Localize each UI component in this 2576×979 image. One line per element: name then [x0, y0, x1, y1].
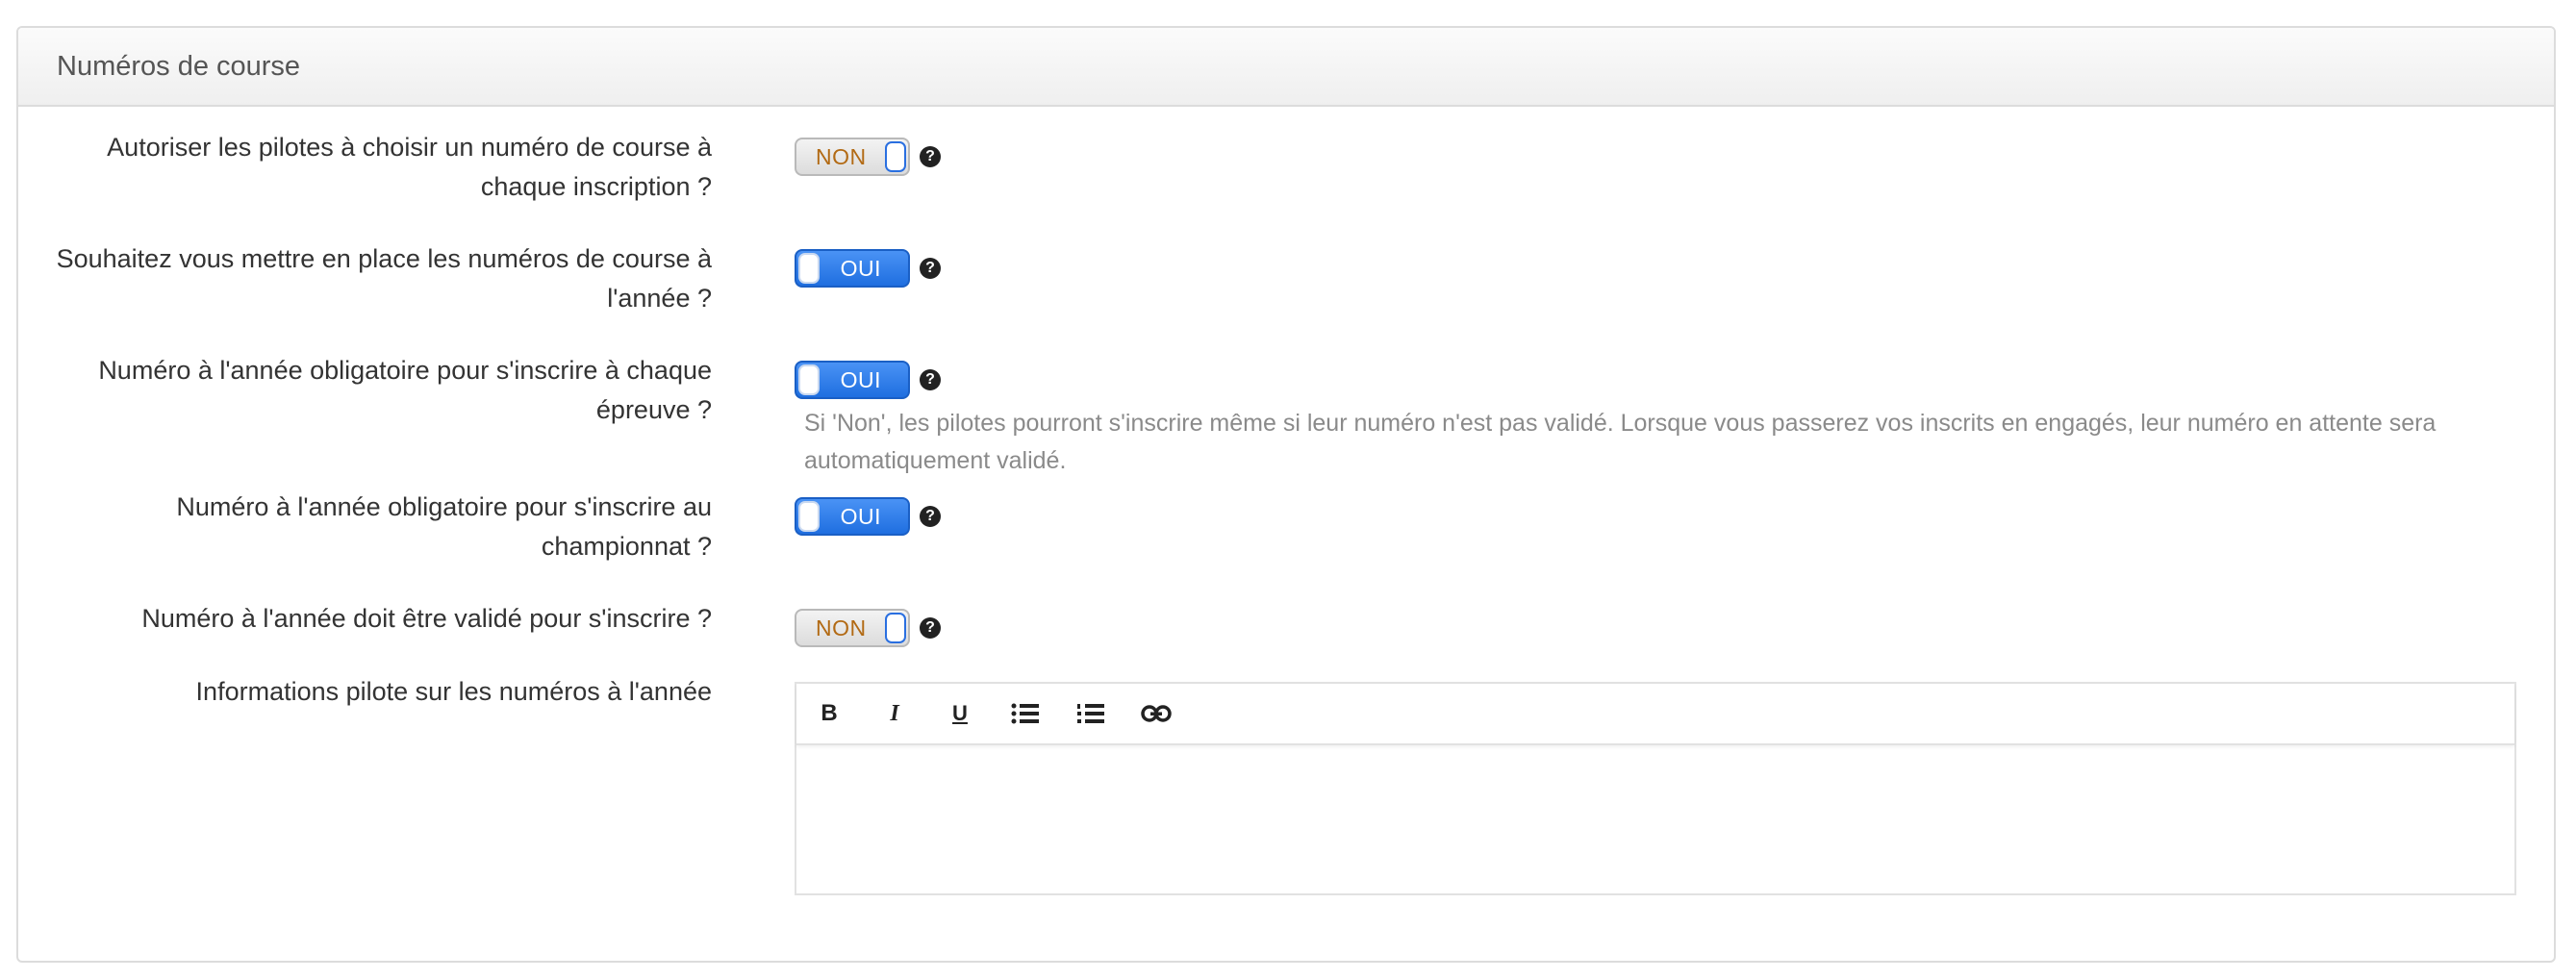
control-doit-etre-valide: NON ? [795, 609, 941, 647]
question-circle-icon[interactable]: ? [920, 506, 941, 527]
toggle-obligatoire-championnat[interactable]: OUI [795, 497, 910, 536]
editor-toolbar: B I U [796, 684, 2514, 745]
question-circle-icon[interactable]: ? [920, 617, 941, 639]
label-choisir-numero: Autoriser les pilotes à choisir un numér… [107, 133, 712, 201]
label-numeros-annee: Souhaitez vous mettre en place les numér… [56, 244, 712, 313]
label-informations-pilote: Informations pilote sur les numéros à l'… [195, 677, 712, 706]
question-circle-icon[interactable]: ? [920, 146, 941, 167]
bullet-list-icon[interactable] [1006, 694, 1045, 733]
help-text-obligatoire-epreuve: Si 'Non', les pilotes pourront s'inscrir… [804, 410, 2437, 474]
numeros-de-course-panel: Numéros de course Autoriser les pilotes … [16, 26, 2556, 963]
control-numeros-annee: OUI ? [795, 249, 941, 288]
link-icon[interactable] [1137, 694, 1175, 733]
question-circle-icon[interactable]: ? [920, 369, 941, 390]
control-choisir-numero: NON ? [795, 138, 941, 176]
toggle-numeros-annee-label: OUI [840, 255, 881, 281]
toggle-choisir-numero[interactable]: NON [795, 138, 910, 176]
bold-button[interactable]: B [810, 694, 848, 733]
toggle-knob [798, 364, 820, 395]
underline-button[interactable]: U [941, 694, 979, 733]
toggle-knob [798, 253, 820, 284]
toggle-choisir-numero-label: NON [816, 143, 867, 169]
toggle-obligatoire-epreuve[interactable]: OUI [795, 361, 910, 399]
toggle-knob [798, 501, 820, 532]
toggle-doit-etre-valide[interactable]: NON [795, 609, 910, 647]
panel-heading: Numéros de course [18, 28, 2554, 107]
toggle-knob [885, 613, 906, 643]
italic-button[interactable]: I [875, 694, 914, 733]
question-circle-icon[interactable]: ? [920, 258, 941, 279]
label-obligatoire-epreuve: Numéro à l'année obligatoire pour s'insc… [98, 356, 712, 424]
control-obligatoire-epreuve: OUI ? [795, 361, 941, 399]
toggle-knob [885, 141, 906, 172]
toggle-obligatoire-epreuve-label: OUI [840, 366, 881, 392]
label-doit-etre-valide: Numéro à l'année doit être validé pour s… [141, 604, 712, 633]
toggle-doit-etre-valide-label: NON [816, 615, 867, 640]
numbered-list-icon[interactable] [1072, 694, 1110, 733]
panel-title: Numéros de course [57, 50, 301, 82]
label-obligatoire-championnat: Numéro à l'année obligatoire pour s'insc… [176, 492, 712, 561]
rich-text-editor: B I U [795, 682, 2516, 895]
control-obligatoire-championnat: OUI ? [795, 497, 941, 536]
toggle-obligatoire-championnat-label: OUI [840, 503, 881, 529]
editor-content-area[interactable] [796, 745, 2514, 891]
toggle-numeros-annee[interactable]: OUI [795, 249, 910, 288]
